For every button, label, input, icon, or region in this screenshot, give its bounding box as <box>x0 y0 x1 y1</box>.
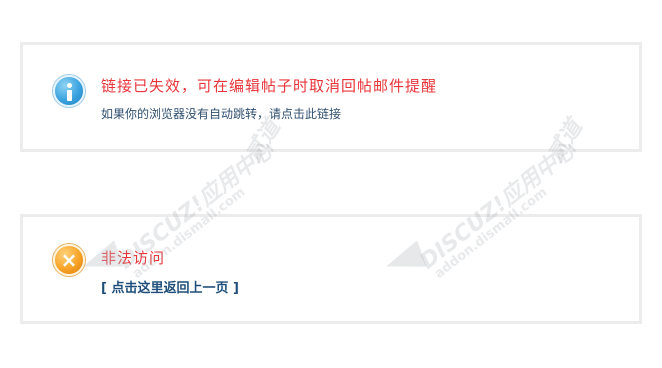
go-back-link[interactable]: [ 点击这里返回上一页 ] <box>101 277 239 296</box>
info-message-title: 链接已失效，可在编辑帖子时取消回帖邮件提醒 <box>101 77 438 95</box>
info-message-box: 链接已失效，可在编辑帖子时取消回帖邮件提醒 如果你的浏览器没有自动跳转，请点击此… <box>20 42 642 152</box>
error-message-title: 非法访问 <box>101 249 166 267</box>
error-icon: × <box>53 244 85 276</box>
redirect-link[interactable]: 如果你的浏览器没有自动跳转，请点击此链接 <box>101 105 341 122</box>
page: 链接已失效，可在编辑帖子时取消回帖邮件提醒 如果你的浏览器没有自动跳转，请点击此… <box>0 0 662 368</box>
info-icon <box>53 75 85 107</box>
error-message-box: × 非法访问 [ 点击这里返回上一页 ] <box>20 214 642 324</box>
